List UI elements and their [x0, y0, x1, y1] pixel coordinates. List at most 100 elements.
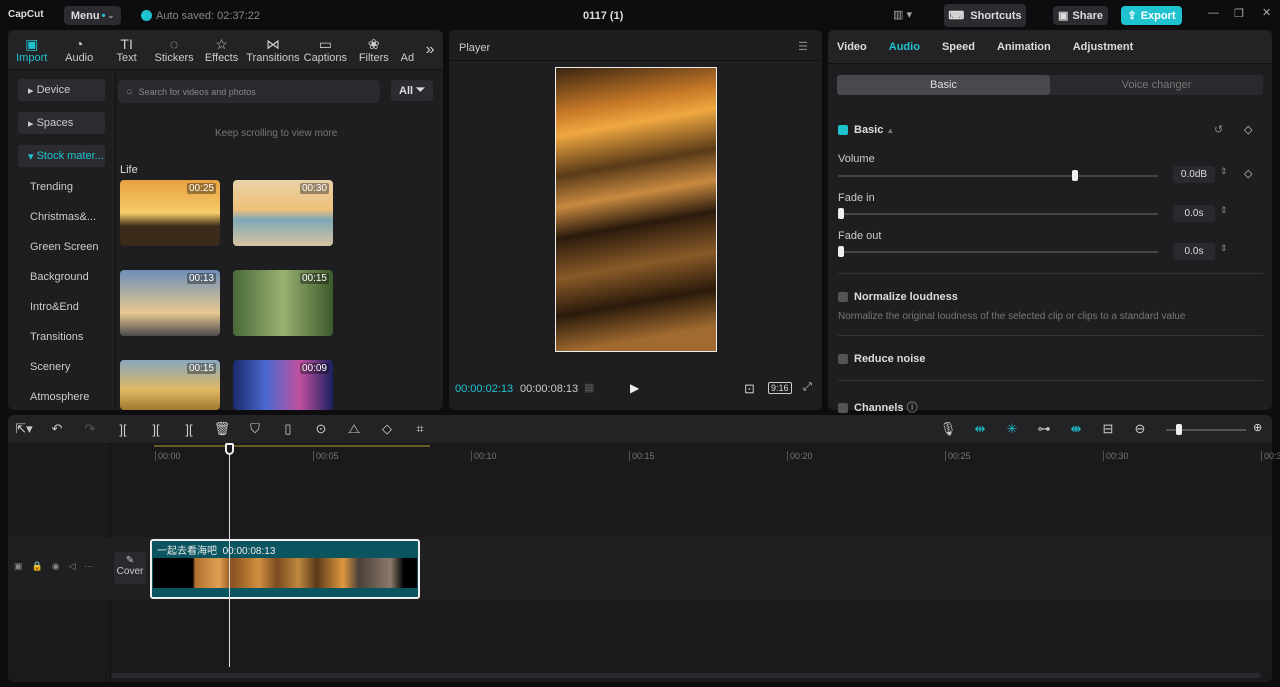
sidebar-item-background[interactable]: Background [18, 266, 105, 288]
volume-value[interactable]: 0.0dB [1173, 166, 1215, 183]
sidebar-item-atmosphere[interactable]: Atmosphere [18, 386, 105, 408]
main-track-magnet-icon[interactable]: ⇹ [970, 421, 990, 437]
mirror-icon[interactable]: ⧍ [344, 421, 364, 437]
export-button[interactable]: ⇪ Export [1121, 6, 1182, 25]
fade-in-knob[interactable] [838, 208, 844, 219]
playhead-handle[interactable] [225, 443, 234, 455]
filter-all-button[interactable]: All ⏷ [391, 80, 433, 101]
preview-axis-icon[interactable]: ⇼ [1066, 421, 1086, 437]
link-icon[interactable]: ⊶ [1034, 421, 1054, 437]
timeline-grid-icon[interactable]: ▦ [584, 381, 594, 394]
freeze-icon[interactable]: ▯ [278, 421, 298, 437]
fade-in-slider[interactable] [838, 208, 1158, 219]
stepper-icon[interactable]: ⇕ [1220, 243, 1228, 254]
shortcuts-button[interactable]: ⌨ Shortcuts [944, 4, 1026, 27]
media-clip[interactable]: 00:15 [233, 270, 333, 336]
checkbox[interactable] [838, 403, 848, 414]
stepper-icon[interactable]: ⇕ [1220, 166, 1228, 177]
tab-text[interactable]: TI Text [103, 30, 150, 69]
checkbox[interactable] [838, 292, 848, 303]
sidebar-item-stock[interactable]: ▾ Stock mater... [18, 145, 105, 167]
tab-adjustment[interactable]: Ad [398, 30, 418, 69]
microphone-icon[interactable]: 🎙 [938, 421, 958, 437]
tab-filters[interactable]: ❀ Filters [350, 30, 397, 69]
sidebar-item-christmas[interactable]: Christmas&... [18, 206, 105, 228]
normalize-loudness-toggle[interactable]: Normalize loudness [838, 291, 958, 303]
cover-button[interactable]: ✎ Cover [114, 552, 146, 584]
reverse-icon[interactable]: ⊙ [311, 421, 331, 437]
media-clip[interactable]: 00:15 [120, 360, 220, 410]
basic-section-toggle[interactable]: Basic ▲ [838, 124, 894, 136]
menu-button[interactable]: Menu • ⌄ [64, 6, 121, 25]
reduce-noise-toggle[interactable]: Reduce noise [838, 353, 926, 365]
tab-speed[interactable]: Speed [942, 41, 975, 53]
sidebar-item-trending[interactable]: Trending [18, 176, 105, 198]
checkbox-checked[interactable] [838, 125, 848, 136]
menu-icon[interactable]: ☰ [798, 40, 808, 53]
track-controls[interactable]: ▣🔒◉◁⋯ [14, 561, 102, 572]
zoom-slider-knob[interactable] [1176, 424, 1182, 435]
stepper-icon[interactable]: ⇕ [1220, 205, 1228, 216]
keyframe-icon[interactable]: ◇ [1244, 167, 1252, 180]
rotate-icon[interactable]: ◇ [377, 421, 397, 437]
sidebar-item-intro-end[interactable]: Intro&End [18, 296, 105, 318]
zoom-in-icon[interactable]: ⊕ [1253, 421, 1262, 434]
sidebar-item-spaces[interactable]: ▸ Spaces [18, 112, 105, 134]
fade-out-value[interactable]: 0.0s [1173, 243, 1215, 260]
media-clip[interactable]: 00:09 [233, 360, 333, 410]
close-button[interactable]: ✕ [1262, 6, 1271, 19]
subtab-basic[interactable]: Basic [837, 75, 1050, 95]
sidebar-item-green-screen[interactable]: Green Screen [18, 236, 105, 258]
layout-icon[interactable]: ▥ ▾ [893, 8, 912, 21]
channels-toggle[interactable]: Channels ⓘ [838, 399, 918, 415]
reset-icon[interactable]: ↺ [1214, 123, 1223, 136]
search-input[interactable]: ○ Search for videos and photos [118, 80, 380, 103]
volume-slider-knob[interactable] [1071, 170, 1078, 181]
tab-audio[interactable]: ◔ Audio [55, 30, 102, 69]
split-right-icon[interactable]: ][ [179, 422, 199, 437]
checkbox[interactable] [838, 354, 848, 365]
fade-out-knob[interactable] [838, 246, 844, 257]
tab-stickers[interactable]: ◌ Stickers [150, 30, 197, 69]
split-icon[interactable]: ][ [113, 422, 133, 437]
tab-video[interactable]: Video [837, 41, 867, 53]
fade-in-value[interactable]: 0.0s [1173, 205, 1215, 222]
playhead[interactable] [229, 443, 230, 667]
marker-icon[interactable]: ⛉ [245, 421, 265, 437]
video-preview[interactable] [555, 67, 717, 352]
tab-transitions[interactable]: ⋈ Transitions [245, 30, 300, 69]
more-tabs-button[interactable]: » [417, 30, 443, 69]
delete-icon[interactable]: 🗑 [212, 421, 232, 437]
zoom-fit-icon[interactable]: ⊟ [1098, 421, 1118, 437]
tab-adjustment[interactable]: Adjustment [1073, 41, 1134, 53]
expand-icon[interactable]: ⤢ [803, 381, 812, 394]
restore-button[interactable]: ❐ [1234, 7, 1244, 20]
play-button[interactable]: ▶ [630, 381, 639, 395]
sidebar-item-transitions[interactable]: Transitions [18, 326, 105, 348]
media-clip[interactable]: 00:25 [120, 180, 220, 246]
fullscreen-preview-icon[interactable]: ⊡ [744, 381, 755, 397]
share-button[interactable]: ▣ Share [1053, 6, 1108, 25]
aspect-ratio-button[interactable]: 9:16 [768, 382, 792, 394]
tab-audio[interactable]: Audio [889, 41, 920, 53]
video-clip[interactable]: 一起去看海吧 00:00:08:13 [150, 539, 420, 599]
tab-import[interactable]: ▣ Import [8, 30, 55, 69]
subtab-voice-changer[interactable]: Voice changer [1050, 75, 1263, 95]
tab-captions[interactable]: ▭ Captions [301, 30, 350, 69]
split-left-icon[interactable]: ][ [146, 422, 166, 437]
horizontal-scrollbar[interactable] [111, 673, 1261, 678]
zoom-out-icon[interactable]: ⊖ [1130, 421, 1150, 437]
sidebar-item-device[interactable]: ▸ Device [18, 79, 105, 101]
sidebar-item-scenery[interactable]: Scenery [18, 356, 105, 378]
fade-out-slider[interactable] [838, 246, 1158, 257]
crop-icon[interactable]: ⌗ [410, 421, 430, 437]
auto-snap-icon[interactable]: ✳ [1002, 421, 1022, 437]
media-clip[interactable]: 00:30 [233, 180, 333, 246]
redo-icon[interactable]: ↷ [80, 421, 100, 437]
zoom-slider[interactable] [1166, 424, 1246, 435]
tab-effects[interactable]: ☆ Effects [198, 30, 245, 69]
minimize-button[interactable]: — [1208, 7, 1219, 19]
select-tool-icon[interactable]: ⇱▾ [14, 421, 34, 437]
tab-animation[interactable]: Animation [997, 41, 1051, 53]
undo-icon[interactable]: ↶ [47, 421, 67, 437]
